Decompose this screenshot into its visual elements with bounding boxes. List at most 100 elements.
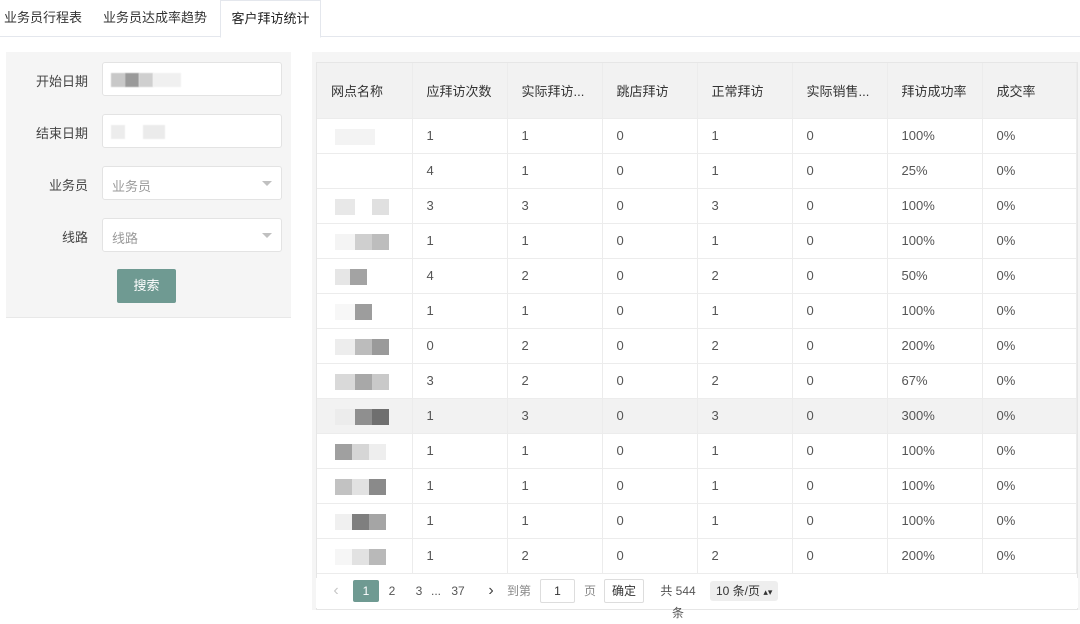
start-date-label: 开始日期 [35, 74, 88, 89]
pagination: ‹ 1 2 3 ... 37 › 到第 1 页 确定 共 544 条 10 条/… [316, 578, 1078, 620]
mosaic-block [372, 198, 389, 215]
planned-visits-cell: 1 [412, 538, 508, 574]
mosaic-block [372, 408, 389, 425]
mosaic-block [352, 513, 369, 530]
column-header-actual-visits[interactable]: 实际拜访... [507, 63, 603, 119]
confirm-button[interactable]: 确定 [604, 579, 644, 603]
actual-sales-cell: 0 [792, 118, 888, 154]
conversion-rate-cell: 0% [982, 188, 1077, 224]
skipped-visits-cell: 0 [602, 223, 698, 259]
mosaic-block [335, 478, 352, 495]
actual-sales-cell: 0 [792, 468, 888, 504]
actual-sales-cell: 0 [792, 398, 888, 434]
page-ellipsis: ... [430, 584, 441, 598]
normal-visits-cell: 1 [697, 503, 793, 539]
page-3-button[interactable]: 3 [409, 580, 429, 602]
actual-sales-cell: 0 [792, 153, 888, 189]
conversion-rate-cell: 0% [982, 223, 1077, 259]
column-header-visit-success-rate[interactable]: 拜访成功率 [887, 63, 983, 119]
mosaic-block [335, 408, 355, 425]
salesperson-select[interactable]: 业务员 [102, 166, 282, 200]
prev-page-icon[interactable]: ‹ [326, 580, 346, 602]
table-row[interactable]: 0 2 0 2 0 200% 0% [317, 328, 1077, 364]
actual-visits-cell: 1 [507, 503, 603, 539]
table-row[interactable]: 3 3 0 3 0 100% 0% [317, 188, 1077, 224]
end-date-input[interactable] [102, 114, 282, 148]
column-header-skipped-visits[interactable]: 跳店拜访 [602, 63, 698, 119]
table-row[interactable]: 1 2 0 2 0 200% 0% [317, 538, 1077, 574]
normal-visits-cell: 1 [697, 118, 793, 154]
mosaic-block [335, 338, 355, 355]
column-header-normal-visits[interactable]: 正常拜访 [697, 63, 793, 119]
table-row[interactable]: 4 2 0 2 0 50% 0% [317, 258, 1077, 294]
actual-visits-cell: 1 [507, 223, 603, 259]
visit-success-rate-cell: 67% [887, 363, 983, 399]
mosaic-block [335, 268, 350, 285]
conversion-rate-cell: 0% [982, 153, 1077, 189]
redacted-value [153, 73, 181, 87]
skipped-visits-cell: 0 [602, 258, 698, 294]
conversion-rate-cell: 0% [982, 293, 1077, 329]
goto-page-input[interactable]: 1 [540, 579, 575, 603]
visit-success-rate-cell: 100% [887, 118, 983, 154]
page-37-button[interactable]: 37 [447, 580, 469, 602]
page-size-select[interactable]: 10 条/页 ▴▾ [710, 581, 778, 601]
column-header-conversion-rate[interactable]: 成交率 [982, 63, 1077, 119]
normal-visits-cell: 2 [697, 328, 793, 364]
table-row[interactable]: 3 2 0 2 0 67% 0% [317, 363, 1077, 399]
outlet-name-cell [317, 363, 413, 399]
table-row[interactable]: 1 1 0 1 0 100% 0% [317, 468, 1077, 504]
skipped-visits-cell: 0 [602, 188, 698, 224]
actual-visits-cell: 2 [507, 328, 603, 364]
column-header-planned-visits[interactable]: 应拜访次数 [412, 63, 508, 119]
conversion-rate-cell: 0% [982, 398, 1077, 434]
actual-sales-cell: 0 [792, 293, 888, 329]
mosaic-block [369, 513, 386, 530]
table-row[interactable]: 1 1 0 1 0 100% 0% [317, 503, 1077, 539]
mosaic-block [372, 338, 389, 355]
page-unit-label: 页 [583, 584, 596, 598]
route-select[interactable]: 线路 [102, 218, 282, 252]
next-page-icon[interactable]: › [481, 580, 501, 602]
table-row[interactable]: 1 1 0 1 0 100% 0% [317, 223, 1077, 259]
actual-sales-cell: 0 [792, 223, 888, 259]
tab-customer-visit-stats[interactable]: 客户拜访统计 [220, 0, 321, 38]
skipped-visits-cell: 0 [602, 468, 698, 504]
planned-visits-cell: 4 [412, 153, 508, 189]
table-row[interactable]: 1 1 0 1 0 100% 0% [317, 433, 1077, 469]
mosaic-block [335, 548, 352, 565]
planned-visits-cell: 0 [412, 328, 508, 364]
normal-visits-cell: 1 [697, 468, 793, 504]
table-row[interactable]: 4 1 0 1 0 25% 0% [317, 153, 1077, 189]
chevron-down-icon [262, 181, 272, 186]
goto-label: 到第 [506, 584, 531, 598]
visit-success-rate-cell: 100% [887, 503, 983, 539]
start-date-input[interactable] [102, 62, 282, 96]
table-row[interactable]: 1 1 0 1 0 100% 0% [317, 293, 1077, 329]
conversion-rate-cell: 0% [982, 503, 1077, 539]
table-row[interactable]: 1 1 0 1 0 100% 0% [317, 118, 1077, 154]
table-row[interactable]: 1 3 0 3 0 300% 0% [317, 398, 1077, 434]
total-count: 共 544 条 [660, 584, 696, 620]
normal-visits-cell: 1 [697, 223, 793, 259]
tab-salesperson-itinerary[interactable]: 业务员行程表 [0, 0, 86, 37]
outlet-name-cell [317, 293, 413, 329]
visit-stats-table: 网点名称 应拜访次数 实际拜访... 跳店拜访 正常拜访 实际销售... 拜访成… [317, 63, 1077, 574]
actual-visits-cell: 1 [507, 118, 603, 154]
column-header-outlet-name[interactable]: 网点名称 [317, 63, 413, 119]
mosaic-block [355, 338, 372, 355]
search-button[interactable]: 搜索 [117, 269, 176, 303]
conversion-rate-cell: 0% [982, 258, 1077, 294]
tab-salesperson-achievement-trend[interactable]: 业务员达成率趋势 [96, 0, 214, 37]
mosaic-block [352, 443, 369, 460]
visit-success-rate-cell: 300% [887, 398, 983, 434]
mosaic-block [372, 373, 389, 390]
page-2-button[interactable]: 2 [382, 580, 402, 602]
chevron-down-icon [262, 233, 272, 238]
page-1-button[interactable]: 1 [353, 580, 379, 602]
skipped-visits-cell: 0 [602, 538, 698, 574]
column-header-actual-sales[interactable]: 实际销售... [792, 63, 888, 119]
outlet-name-cell [317, 258, 413, 294]
salesperson-placeholder: 业务员 [112, 179, 152, 194]
conversion-rate-cell: 0% [982, 328, 1077, 364]
